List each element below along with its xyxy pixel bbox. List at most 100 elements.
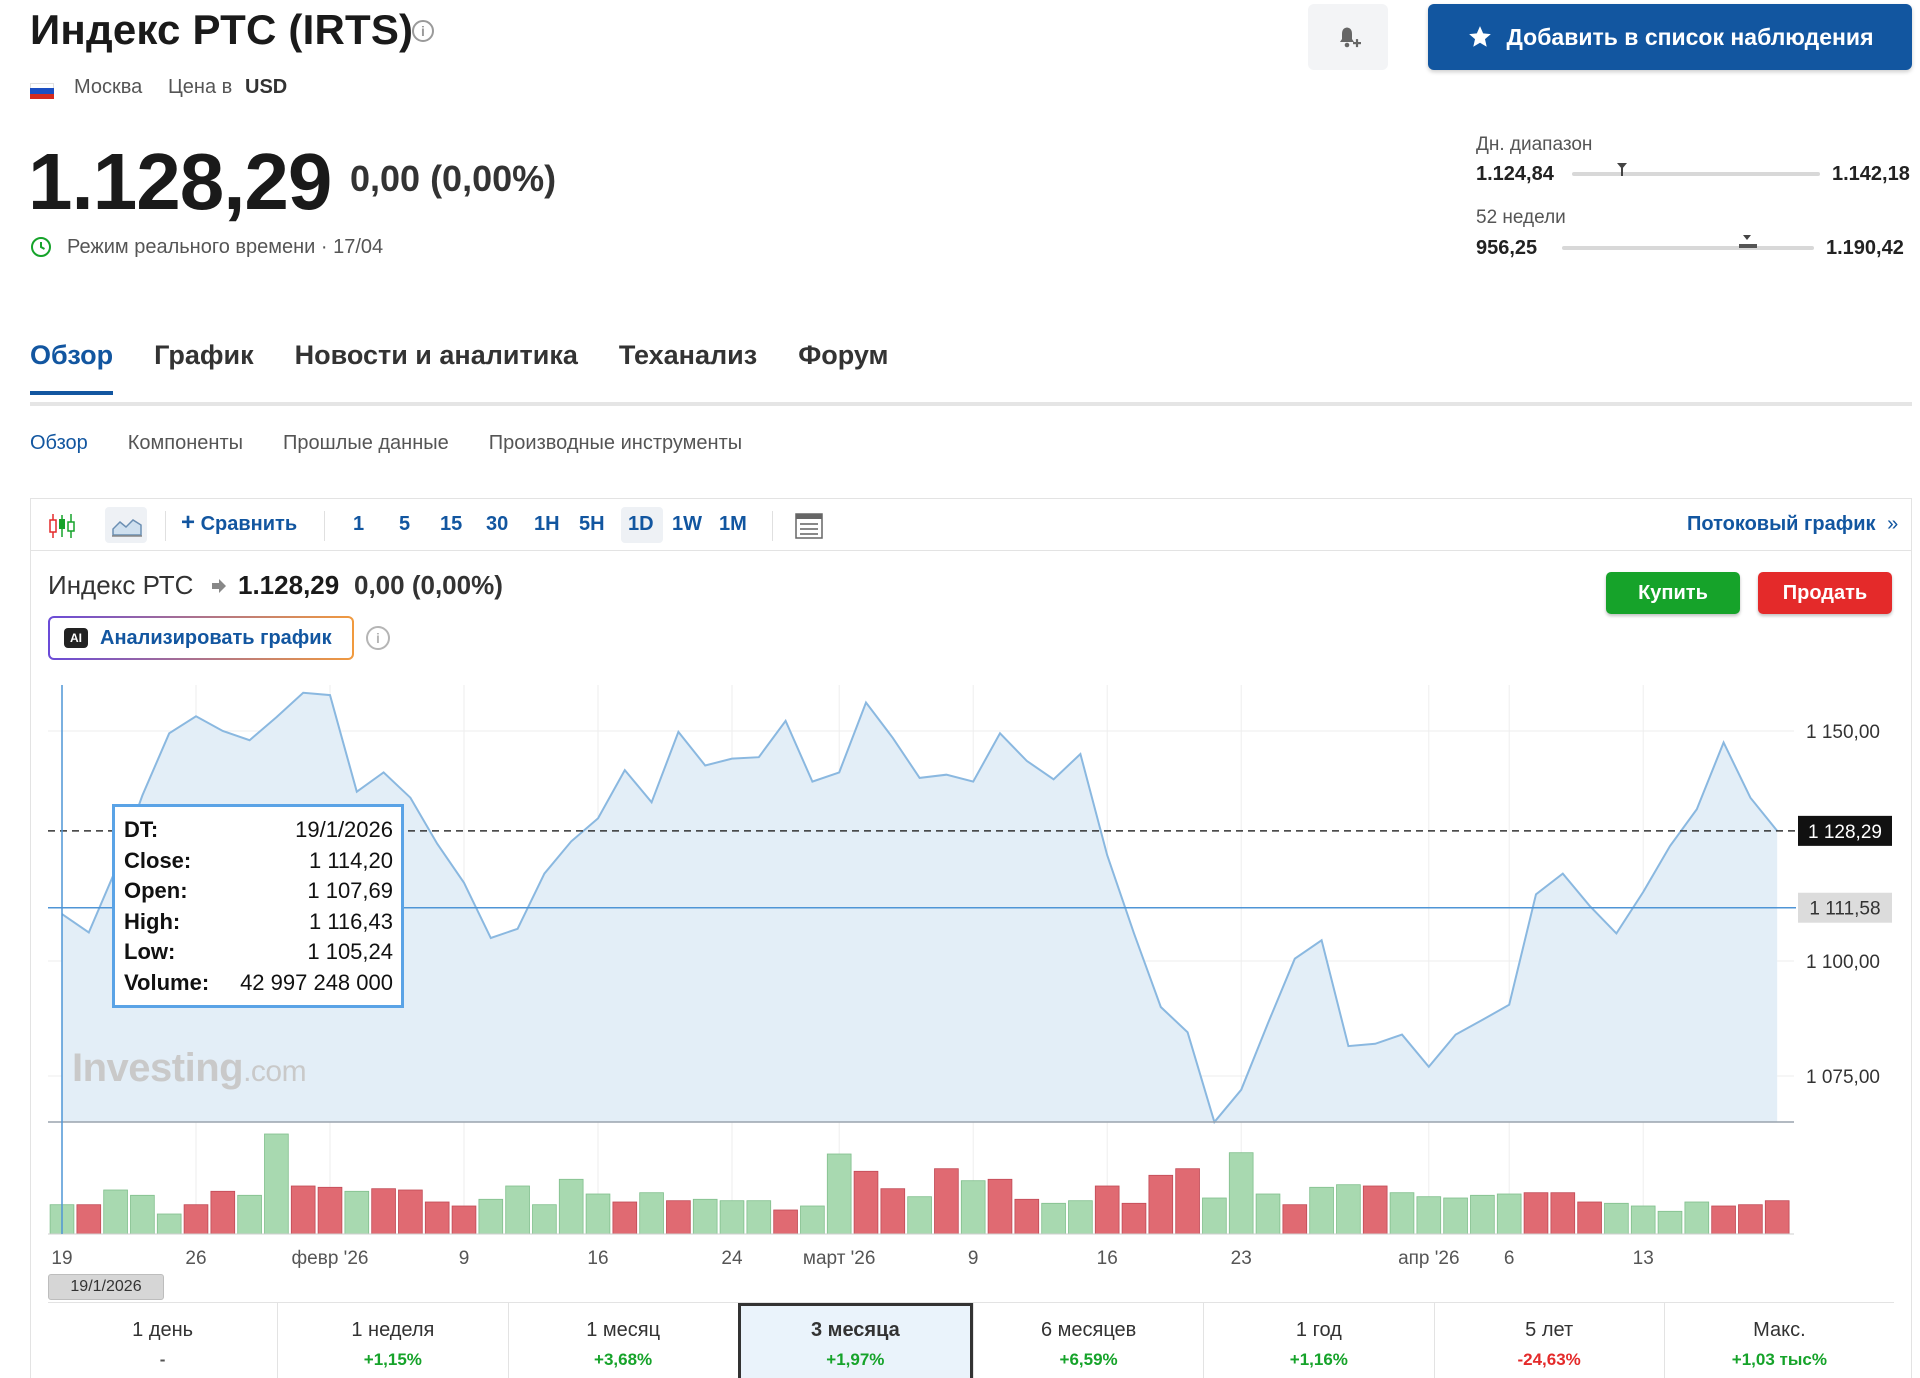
tooltip-value: 1 107,69 — [307, 878, 393, 903]
price-chart[interactable]: 1 128,29 1 111,58 1 150,00 1 100,00 1 075,0… — [0, 0, 1920, 1378]
volume-bar — [1175, 1168, 1200, 1235]
volume-bar — [1470, 1194, 1495, 1235]
volume-bar — [612, 1201, 638, 1235]
volume-bar — [532, 1204, 557, 1235]
volume-bar — [156, 1213, 182, 1235]
period-label: Макс. — [1753, 1319, 1806, 1341]
tooltip-row: Close: 1 114,20 — [124, 846, 393, 877]
volume-bar — [1282, 1204, 1308, 1235]
tooltip-key: Open: — [124, 878, 188, 903]
volume-bar — [1523, 1192, 1549, 1235]
period-change: -24,63% — [1517, 1350, 1581, 1369]
performance-periods: 1 день - 1 неделя +1,15% 1 месяц +3,68% 3 меся… — [48, 1302, 1894, 1378]
period-cell[interactable]: 6 месяцев +6,59% — [973, 1303, 1203, 1378]
volume-bar — [585, 1193, 611, 1235]
volume-bar — [773, 1209, 798, 1235]
tooltip-key: High: — [124, 908, 181, 934]
x-tick-label: март '26 — [803, 1248, 876, 1269]
volume-bar — [424, 1201, 450, 1235]
period-label: 1 месяц — [586, 1319, 661, 1341]
period-change: +6,59% — [1059, 1350, 1118, 1369]
volume-bar — [1068, 1200, 1093, 1235]
volume-bar — [826, 1153, 852, 1235]
volume-bar — [1550, 1192, 1576, 1235]
period-label: 1 день — [132, 1319, 194, 1341]
volume-bar — [907, 1196, 932, 1235]
volume-bar — [880, 1188, 906, 1235]
tooltip-key: Volume: — [124, 969, 210, 995]
volume-bar — [1711, 1205, 1736, 1235]
volume-bar — [1014, 1198, 1040, 1235]
volume-bar — [1389, 1192, 1415, 1235]
volume-bar — [210, 1190, 236, 1235]
volume-bar — [1416, 1196, 1442, 1235]
tooltip-row: High: 1 116,43 — [124, 907, 393, 938]
volume-bar — [800, 1205, 825, 1235]
volume-bar — [1604, 1202, 1629, 1235]
tooltip-value: 1 114,20 — [308, 847, 393, 873]
volume-bar — [639, 1192, 664, 1235]
period-cell[interactable]: 1 день - — [48, 1303, 277, 1378]
x-tick-label: 13 — [1633, 1248, 1654, 1269]
period-label: 1 неделя — [351, 1319, 435, 1341]
x-tick-label: 23 — [1231, 1248, 1252, 1269]
volume-bar — [1121, 1202, 1147, 1235]
volume-bar — [1657, 1210, 1683, 1235]
tooltip-value: 1 116,43 — [308, 908, 393, 934]
period-cell[interactable]: Макс. +1,03 тыс% — [1663, 1303, 1894, 1378]
x-tick-label: 16 — [587, 1248, 608, 1269]
volume-bar — [960, 1180, 986, 1235]
period-cell[interactable]: 3 месяца +1,97% — [737, 1303, 973, 1378]
volume-bar — [1094, 1185, 1120, 1235]
period-change: +3,68% — [594, 1350, 653, 1369]
y-tick-label: 1 150,00 — [1806, 722, 1880, 743]
x-tick-label: 16 — [1097, 1248, 1118, 1269]
x-tick-label: 26 — [185, 1248, 206, 1269]
volume-bar — [1202, 1197, 1227, 1235]
volume-bar — [1255, 1193, 1281, 1235]
volume-bar — [692, 1198, 718, 1235]
volume-bar — [1041, 1202, 1066, 1235]
tooltip-key: Low: — [124, 939, 176, 964]
period-change: +1,03 тыс% — [1731, 1350, 1827, 1369]
volume-bar — [746, 1200, 772, 1235]
volume-bar — [987, 1178, 1013, 1235]
y-tick-label: 1 075,00 — [1806, 1067, 1880, 1088]
period-cell[interactable]: 1 месяц +3,68% — [507, 1303, 738, 1378]
investing-watermark: Investing.com — [72, 1046, 307, 1090]
tooltip-row: Volume: 42 997 248 000 — [124, 968, 393, 999]
volume-bar — [558, 1178, 584, 1235]
volume-bar — [103, 1189, 128, 1235]
tooltip-row: Low: 1 105,24 — [124, 937, 393, 968]
tooltip-value: 1 105,24 — [307, 939, 393, 964]
period-change: +1,16% — [1289, 1350, 1348, 1369]
data-tooltip: DT: 19/1/2026 Close: 1 114,20 Open: 1 107,69 H… — [112, 804, 404, 1008]
volume-bar — [1764, 1200, 1790, 1235]
x-tick-label: 19 — [51, 1248, 72, 1269]
volume-bar — [719, 1200, 745, 1235]
period-label: 3 месяца — [810, 1319, 900, 1341]
crosshair-date-badge: 19/1/2026 — [48, 1274, 164, 1300]
period-change: +1,15% — [363, 1350, 422, 1369]
period-cell[interactable]: 1 год +1,16% — [1203, 1303, 1433, 1378]
period-cell[interactable]: 1 неделя +1,15% — [277, 1303, 507, 1378]
tooltip-row: Open: 1 107,69 — [124, 876, 393, 907]
x-tick-label: 24 — [721, 1248, 743, 1269]
volume-bar — [1577, 1201, 1602, 1235]
volume-bar — [317, 1186, 343, 1235]
x-tick-label: 9 — [968, 1248, 979, 1269]
volume-bar — [264, 1133, 289, 1235]
volume-bar — [451, 1205, 477, 1235]
period-change: - — [159, 1350, 166, 1369]
volume-bar — [666, 1200, 691, 1235]
volume-bar — [1496, 1193, 1522, 1235]
volume-bar — [237, 1194, 262, 1235]
last-price-label: 1 128,29 — [1808, 822, 1882, 843]
volume-bar — [1336, 1184, 1361, 1235]
x-tick-label: 6 — [1504, 1248, 1515, 1269]
volume-bar — [344, 1190, 370, 1235]
tooltip-key: DT: — [124, 817, 159, 842]
period-cell[interactable]: 5 лет -24,63% — [1433, 1303, 1664, 1378]
volume-bar — [1362, 1185, 1388, 1235]
volume-bar — [934, 1168, 959, 1235]
